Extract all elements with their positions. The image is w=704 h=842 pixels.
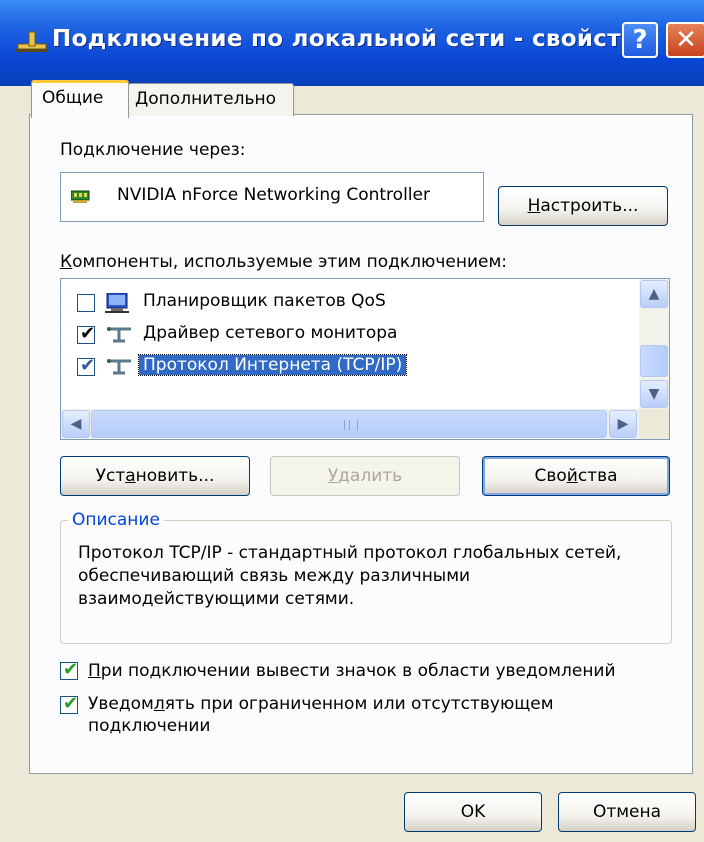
properties-button[interactable]: Свойства	[482, 456, 670, 496]
install-label-a: Уст	[95, 466, 126, 486]
scroll-down-icon[interactable]: ▼	[640, 380, 668, 408]
ok-button[interactable]: OK	[404, 792, 542, 832]
component-checkbox-tcpip[interactable]: ✔	[77, 355, 95, 376]
scroll-up-icon[interactable]: ▲	[640, 280, 668, 308]
show-icon-checkbox[interactable]: ✔	[60, 659, 78, 680]
adapter-name: NVIDIA nForce Networking Controller	[117, 185, 430, 205]
vertical-scroll-thumb[interactable]	[640, 345, 668, 377]
notify-checkbox[interactable]: ✔	[60, 693, 78, 714]
list-item[interactable]: ✔ Протокол Интернета (TCP/IP)	[61, 351, 639, 383]
list-item[interactable]: Планировщик пакетов QoS	[61, 287, 639, 319]
component-label-netmon: Драйвер сетевого монитора	[143, 323, 398, 343]
component-checkbox-netmon[interactable]: ✔	[77, 323, 95, 344]
install-label-accel: а	[125, 466, 136, 486]
help-button[interactable]: ?	[622, 22, 658, 58]
components-label-accel: К	[60, 252, 73, 272]
show-icon-label-b: ри подключении вывести значок в области …	[100, 661, 616, 681]
horizontal-scroll-thumb[interactable]	[91, 410, 607, 438]
components-list[interactable]: Планировщик пакетов QoS ✔ Драйвер сетево…	[60, 278, 670, 440]
tab-general[interactable]: Общие	[31, 80, 129, 118]
qos-scheduler-icon	[105, 293, 129, 313]
configure-label-accel: Н	[527, 196, 541, 216]
configure-label-b: астроить...	[540, 196, 639, 216]
list-item[interactable]: ✔ Драйвер сетевого монитора	[61, 319, 639, 351]
network-protocol-icon	[107, 359, 131, 375]
network-protocol-icon	[107, 327, 131, 343]
scrollbar-corner	[639, 409, 669, 439]
notify-label[interactable]: Уведомлять при ограниченном или отсутств…	[88, 693, 648, 737]
connect-using-label: Подключение через:	[60, 140, 246, 160]
vertical-scrollbar[interactable]: ▲ ▼	[639, 279, 669, 409]
grip-icon	[344, 420, 358, 430]
show-icon-label-accel: П	[88, 661, 101, 681]
scroll-left-icon[interactable]: ◀	[62, 410, 90, 438]
properties-window: Подключение по локальной сети - свойства…	[0, 0, 704, 842]
tab-advanced[interactable]: Дополнительно	[128, 83, 294, 116]
component-label-qos: Планировщик пакетов QoS	[143, 291, 386, 311]
notify-label-accel: л	[153, 694, 165, 714]
horizontal-scrollbar[interactable]: ◀ ▶	[61, 409, 639, 439]
network-adapter-icon	[71, 190, 90, 203]
network-connection-icon	[16, 31, 48, 52]
uninstall-button[interactable]: Удалить	[270, 456, 460, 496]
show-icon-label[interactable]: При подключении вывести значок в области…	[88, 660, 616, 682]
adapter-field: NVIDIA nForce Networking Controller	[60, 172, 484, 222]
uninstall-label-accel: У	[327, 466, 339, 486]
components-label: Компоненты, используемые этим подключени…	[60, 252, 507, 272]
install-button[interactable]: Установить...	[60, 456, 250, 496]
install-label-b: новить...	[135, 466, 215, 486]
title-bar[interactable]: Подключение по локальной сети - свойства…	[0, 0, 704, 86]
scroll-right-icon[interactable]: ▶	[609, 410, 637, 438]
notify-label-a: Уведом	[88, 694, 154, 714]
component-label-tcpip: Протокол Интернета (TCP/IP)	[137, 354, 408, 376]
close-button[interactable]: ✕	[666, 22, 704, 58]
description-text: Протокол TCP/IP - стандартный протокол г…	[78, 543, 622, 609]
window-title: Подключение по локальной сети - свойства	[52, 26, 652, 52]
properties-label-a: Сво	[534, 466, 567, 486]
components-label-b: омпоненты, используемые этим подключение…	[72, 252, 508, 272]
cancel-button[interactable]: Отмена	[558, 792, 696, 832]
properties-label-b: ства	[577, 466, 618, 486]
properties-label-accel: й	[566, 466, 578, 486]
description-legend: Описание	[68, 510, 164, 530]
configure-button[interactable]: Настроить...	[498, 186, 668, 226]
uninstall-label-b: далить	[338, 466, 403, 486]
component-checkbox-qos[interactable]	[77, 294, 95, 312]
